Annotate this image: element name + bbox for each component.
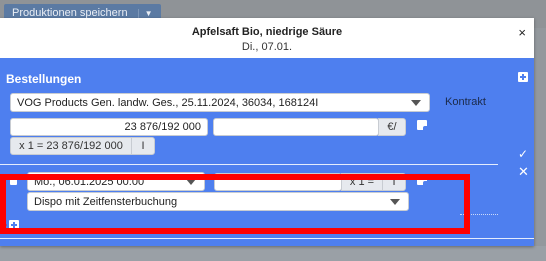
multiplier-summary-text: x 1 = 23 876/192 000	[19, 140, 123, 152]
modal-title: Apfelsaft Bio, niedrige Säure	[191, 26, 343, 38]
modal-subtitle: Di., 07.01.	[241, 41, 293, 53]
background-right-edge	[534, 28, 546, 261]
quantity-input[interactable]: 23 876/192 000	[10, 118, 208, 136]
close-icon[interactable]: ×	[518, 25, 526, 40]
contract-label: Kontrakt	[445, 96, 486, 108]
check-icon[interactable]: ✓	[518, 148, 529, 160]
price-unit: €/	[387, 121, 397, 133]
delivery-multiplier-label: x 1 =	[349, 176, 375, 188]
delivery-multiplier-tail: I	[382, 173, 406, 191]
trash-icon-bin	[10, 177, 17, 185]
trash-icon-lid	[9, 174, 18, 176]
delivery-amount-input[interactable]	[214, 173, 342, 191]
background-bottom-edge	[0, 246, 546, 261]
delivery-date-value: Mo., 06.01.2025 00:00	[34, 175, 145, 188]
supplier-select-value: VOG Products Gen. landw. Ges., 25.11.202…	[17, 96, 319, 109]
order-modal: Apfelsaft Bio, niedrige Säure Di., 07.01…	[0, 18, 534, 246]
quantity-value: 23 876/192 000	[124, 121, 201, 133]
supplier-select[interactable]: VOG Products Gen. landw. Ges., 25.11.202…	[10, 93, 430, 112]
chevron-down-icon	[390, 199, 400, 205]
multiplier-summary-tail-text: I	[141, 140, 145, 152]
x-icon[interactable]: ✕	[518, 165, 529, 178]
price-unit-addon: €/	[378, 118, 406, 136]
add-order-plus-icon[interactable]	[518, 72, 528, 82]
modal-header: Apfelsaft Bio, niedrige Säure Di., 07.01…	[0, 18, 534, 58]
chevron-down-icon	[411, 100, 421, 106]
delivery-multiplier-addon: x 1 =	[341, 173, 383, 191]
delivery-date-select[interactable]: Mo., 06.01.2025 00:00	[27, 172, 205, 191]
dispo-select-value: Dispo mit Zeitfensterbuchung	[34, 195, 178, 208]
section-divider	[0, 164, 498, 165]
section-title-orders: Bestellungen	[6, 72, 82, 86]
trash-icon[interactable]	[9, 174, 18, 185]
chevron-down-icon	[186, 179, 196, 185]
note-icon[interactable]	[417, 175, 427, 185]
bottom-divider	[0, 238, 534, 239]
multiplier-summary: x 1 = 23 876/192 000	[10, 137, 132, 155]
red-pointer-marker	[0, 220, 7, 230]
add-delivery-plus-icon[interactable]	[9, 220, 19, 230]
note-icon[interactable]	[417, 120, 427, 130]
price-input[interactable]	[213, 118, 379, 136]
dispo-select[interactable]: Dispo mit Zeitfensterbuchung	[27, 192, 409, 211]
multiplier-summary-tail: I	[131, 137, 155, 155]
chevron-down-icon[interactable]: ▼	[137, 8, 153, 18]
modal-body: Bestellungen VOG Products Gen. landw. Ge…	[0, 58, 534, 246]
dotted-divider	[460, 214, 498, 215]
delivery-multiplier-tail-text: I	[392, 176, 396, 188]
